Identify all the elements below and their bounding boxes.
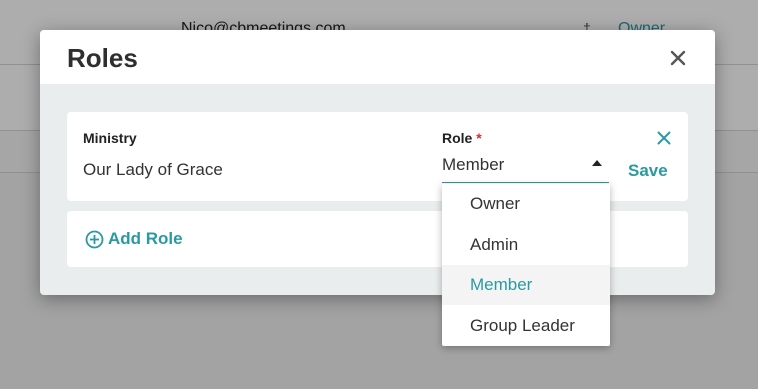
roles-modal: Roles Ministry Our Lady of Grace Role * …	[40, 30, 715, 295]
save-button[interactable]: Save	[628, 161, 668, 181]
role-select-value: Member	[442, 155, 505, 174]
modal-header: Roles	[40, 30, 715, 84]
option-label: Owner	[470, 194, 521, 213]
role-option-group-leader[interactable]: Group Leader	[442, 306, 610, 346]
option-label: Member	[470, 275, 533, 294]
ministry-label: Ministry	[83, 130, 137, 146]
role-dropdown-list: Owner Admin Member Group Leader	[442, 184, 610, 346]
role-option-member[interactable]: Member	[442, 265, 610, 305]
role-option-admin[interactable]: Admin	[442, 225, 610, 265]
caret-up-icon	[592, 160, 602, 166]
ministry-value: Our Lady of Grace	[83, 160, 223, 179]
role-select[interactable]: Member	[442, 152, 609, 183]
close-icon[interactable]	[668, 48, 688, 68]
remove-role-icon[interactable]	[657, 131, 671, 145]
option-label: Group Leader	[470, 316, 575, 335]
required-mark: *	[476, 130, 482, 146]
role-option-owner[interactable]: Owner	[442, 184, 610, 224]
modal-title: Roles	[67, 43, 138, 73]
add-role-button[interactable]: Add Role	[85, 228, 183, 250]
plus-circle-icon	[85, 230, 104, 248]
add-role-label: Add Role	[108, 229, 183, 248]
role-label: Role *	[442, 130, 482, 146]
role-label-text: Role	[442, 130, 473, 146]
option-label: Admin	[470, 235, 519, 254]
